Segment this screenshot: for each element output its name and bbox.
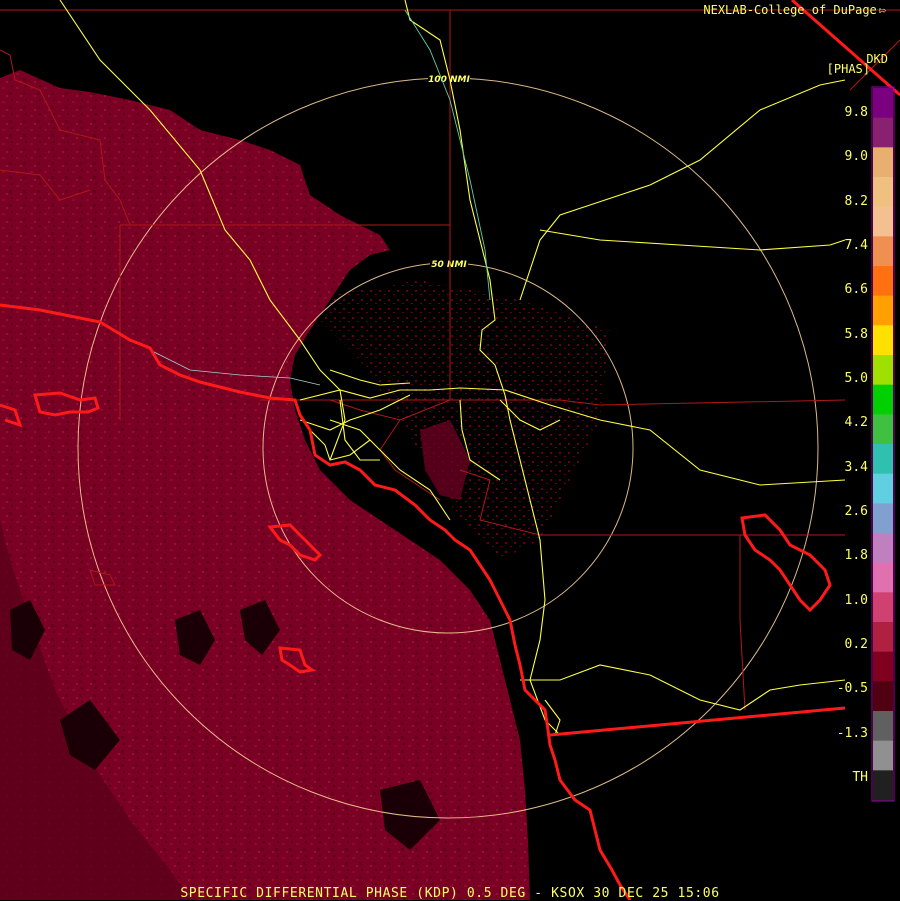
color-swatch bbox=[873, 384, 893, 415]
color-swatch bbox=[873, 295, 893, 326]
radar-echo bbox=[0, 70, 610, 900]
color-scale-label: 7.4 bbox=[844, 238, 868, 253]
color-swatch bbox=[873, 206, 893, 237]
color-swatch bbox=[873, 177, 893, 208]
credit-label: NEXLAB-College of DuPage ⇰ bbox=[703, 3, 886, 17]
color-scale-label: 5.0 bbox=[844, 371, 868, 386]
color-scale-label: 9.0 bbox=[844, 149, 868, 165]
color-swatch bbox=[873, 325, 893, 356]
product-footer: SPECIFIC DIFFERENTIAL PHASE (KDP) 0.5 DE… bbox=[180, 886, 720, 901]
color-swatch bbox=[873, 622, 893, 653]
state-route bbox=[404, 9, 491, 301]
units-label: [PHAS] bbox=[826, 62, 870, 76]
color-scale-label: 0.2 bbox=[844, 637, 868, 652]
color-swatch bbox=[873, 147, 893, 178]
color-swatch bbox=[873, 592, 893, 623]
color-swatch bbox=[873, 355, 893, 386]
color-swatch bbox=[873, 444, 893, 475]
color-swatch bbox=[873, 770, 893, 801]
credit-text: NEXLAB-College of DuPage bbox=[703, 3, 877, 17]
color-scale-label: 2.6 bbox=[844, 504, 868, 519]
color-swatch bbox=[873, 711, 893, 742]
color-scale-label: 4.2 bbox=[844, 415, 868, 431]
corner-arrow-icon[interactable]: ⇰ bbox=[879, 3, 886, 17]
color-scale-label: 6.6 bbox=[844, 282, 868, 298]
color-swatch bbox=[873, 651, 893, 682]
color-swatch bbox=[873, 681, 893, 712]
color-scale-label: -1.3 bbox=[836, 725, 868, 741]
color-swatch bbox=[873, 473, 893, 504]
color-swatch bbox=[873, 117, 893, 148]
color-scale-label: 9.8 bbox=[844, 105, 868, 120]
color-scale-label: 5.8 bbox=[844, 326, 868, 342]
color-swatch bbox=[873, 236, 893, 267]
color-swatch bbox=[873, 503, 893, 534]
color-scale-bar bbox=[871, 86, 895, 802]
range-ring-label-50: 50 NMI bbox=[431, 260, 467, 270]
color-swatch bbox=[873, 266, 893, 297]
color-scale-label: 1.8 bbox=[844, 548, 868, 564]
color-scale-label: TH bbox=[852, 770, 868, 785]
color-swatch bbox=[873, 414, 893, 445]
color-swatch bbox=[873, 740, 893, 771]
color-swatch bbox=[873, 562, 893, 593]
color-scale-label: 3.4 bbox=[844, 459, 868, 475]
color-swatch bbox=[873, 88, 893, 119]
radar-map: 100 NMI 50 NMI bbox=[0, 0, 900, 900]
color-scale-label: 8.2 bbox=[844, 193, 868, 209]
color-scale-label: -0.5 bbox=[836, 681, 868, 697]
color-swatch bbox=[873, 533, 893, 564]
color-scale-label: 1.0 bbox=[844, 592, 868, 608]
